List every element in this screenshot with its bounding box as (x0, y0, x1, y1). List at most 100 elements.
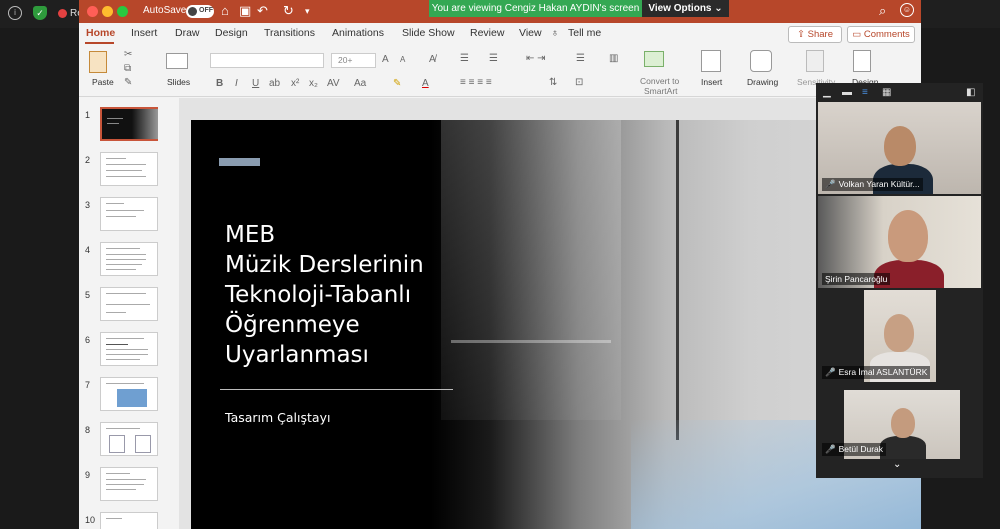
underline-icon[interactable]: U (252, 78, 259, 89)
gallery-view-icon[interactable]: ▦ (882, 87, 891, 98)
cut-icon[interactable]: ✂ (124, 49, 132, 60)
superscript-icon[interactable]: x² (291, 78, 299, 89)
record-icon (58, 9, 67, 18)
character-spacing-icon[interactable]: AV (327, 78, 340, 89)
participant-name: 🎤 Volkan Yaran Kültür... (822, 178, 923, 191)
bullets-icon[interactable]: ☰ (460, 53, 469, 64)
tab-view[interactable]: View (519, 27, 542, 39)
customize-chevron-icon[interactable]: ▾ (305, 3, 310, 19)
indent-icons[interactable]: ⇤ ⇥ (526, 53, 546, 64)
shield-icon[interactable]: ✓ (33, 6, 47, 20)
increase-font-icon[interactable]: A (382, 54, 389, 65)
thumb-text (106, 164, 146, 165)
thumbnail-slide-8[interactable] (100, 422, 158, 456)
participant-name-text: Şirin Pancaroğlu (825, 274, 888, 284)
toggle-knob (188, 7, 197, 16)
view-options-button[interactable]: View Options ⌄ (642, 0, 729, 17)
share-button[interactable]: ⇪ Share (788, 26, 842, 43)
design-ideas-icon[interactable] (853, 50, 871, 72)
mic-muted-icon: 🎤 (825, 179, 836, 189)
thumbnail-slide-3[interactable] (100, 197, 158, 231)
autosave-toggle[interactable]: OFF (186, 5, 214, 18)
columns-icon[interactable]: ▥ (609, 53, 618, 64)
maximize-window-button[interactable] (117, 6, 128, 17)
thumbnail-slide-9[interactable] (100, 467, 158, 501)
powerpoint-window: AutoSave OFF ⌂ ▣ ↶ ↻ ▾ ⌕ ☺ You are viewi… (79, 0, 921, 529)
tab-animations[interactable]: Animations (332, 27, 384, 39)
search-icon[interactable]: ⌕ (879, 3, 886, 19)
italic-icon[interactable]: I (235, 78, 238, 89)
hide-video-icon[interactable]: ▬ (842, 87, 852, 98)
clear-format-icon[interactable]: A̸ (429, 54, 436, 65)
paste-icon[interactable] (89, 51, 107, 73)
thumb-number: 10 (85, 515, 96, 525)
thumbnail-slide-4[interactable] (100, 242, 158, 276)
thumb-number: 6 (85, 335, 91, 345)
expand-panel-icon[interactable]: ◧ (966, 87, 975, 98)
redo-icon[interactable]: ↻ (283, 3, 294, 19)
slide-title[interactable]: MEB Müzik Derslerinin Teknoloji-Tabanlı … (225, 220, 485, 370)
slide-title-line: Öğrenmeye (225, 312, 360, 338)
home-icon[interactable]: ⌂ (221, 3, 229, 19)
thumbnail-slide-5[interactable] (100, 287, 158, 321)
tab-draw[interactable]: Draw (175, 27, 200, 39)
drawing-icon[interactable] (750, 50, 772, 72)
font-size-select[interactable]: 20+ (331, 53, 376, 68)
sensitivity-icon[interactable] (806, 50, 824, 72)
tab-transitions[interactable]: Transitions (264, 27, 315, 39)
comments-button[interactable]: ▭ Comments (847, 26, 915, 43)
new-slide-icon[interactable] (166, 53, 188, 69)
decrease-font-icon[interactable]: A (400, 55, 405, 64)
participant-name: Şirin Pancaroğlu (822, 273, 891, 285)
insert-icon[interactable] (701, 50, 721, 72)
current-slide[interactable]: MEB Müzik Derslerinin Teknoloji-Tabanlı … (191, 120, 921, 529)
align-text-icon[interactable]: ⊡ (575, 77, 583, 88)
subscript-icon[interactable]: x₂ (309, 78, 318, 89)
thumbnail-slide-7[interactable] (100, 377, 158, 411)
tab-home[interactable]: Home (86, 27, 115, 39)
slide-subtitle[interactable]: Tasarım Çalıştayı (225, 410, 330, 425)
slide-canvas[interactable]: MEB Müzik Derslerinin Teknoloji-Tabanlı … (179, 98, 921, 529)
tab-design[interactable]: Design (215, 27, 248, 39)
participant-tile[interactable]: 🎤 Esra İmal ASLANTÜRK (818, 290, 981, 382)
tab-review[interactable]: Review (470, 27, 504, 39)
thumbnail-slide-6[interactable] (100, 332, 158, 366)
strikethrough-icon[interactable]: ab (269, 78, 280, 89)
thumb-text (106, 269, 136, 270)
change-case-icon[interactable]: Aa (354, 78, 366, 89)
close-window-button[interactable] (87, 6, 98, 17)
minimize-panel-icon[interactable]: ▁ (823, 87, 831, 98)
tell-me-search[interactable]: Tell me (568, 27, 601, 39)
format-painter-icon[interactable]: ✎ (124, 77, 132, 88)
bold-icon[interactable]: B (216, 78, 223, 89)
thumbnail-slide-2[interactable] (100, 152, 158, 186)
undo-icon[interactable]: ↶ (257, 3, 268, 19)
participant-tile[interactable]: Şirin Pancaroğlu (818, 196, 981, 288)
thumb-text (106, 489, 136, 490)
chevron-down-icon[interactable]: ⌄ (893, 459, 901, 470)
tab-slide-show[interactable]: Slide Show (402, 27, 455, 39)
convert-smartart-label-2: SmartArt (644, 86, 678, 96)
thumbnail-slide-1[interactable] (100, 107, 158, 141)
participant-tile[interactable]: 🎤 Volkan Yaran Kültür... (818, 102, 981, 194)
align-icons[interactable]: ≡ ≡ ≡ ≡ (460, 77, 492, 88)
thumb-text (106, 170, 142, 171)
line-spacing-icon[interactable]: ☰ (576, 53, 585, 64)
numbering-icon[interactable]: ☰ (489, 53, 498, 64)
minimize-window-button[interactable] (102, 6, 113, 17)
info-icon[interactable]: i (8, 6, 22, 20)
text-direction-icon[interactable]: ⇅ (549, 77, 557, 88)
thumb-text (107, 123, 119, 124)
tab-insert[interactable]: Insert (131, 27, 157, 39)
list-view-icon[interactable]: ≡ (862, 87, 868, 98)
slide-accent-bar (219, 158, 260, 166)
copy-icon[interactable]: ⧉ (124, 63, 131, 74)
highlight-icon[interactable]: ✎ (393, 78, 401, 89)
thumbnail-slide-10[interactable] (100, 512, 158, 529)
save-icon[interactable]: ▣ (239, 3, 251, 19)
participant-tile[interactable]: 🎤 Betül Durak (818, 384, 981, 459)
smartart-icon[interactable] (644, 51, 664, 67)
feedback-smile-icon[interactable]: ☺ (900, 3, 914, 17)
font-color-icon[interactable]: A (422, 78, 429, 89)
font-name-select[interactable] (210, 53, 324, 68)
